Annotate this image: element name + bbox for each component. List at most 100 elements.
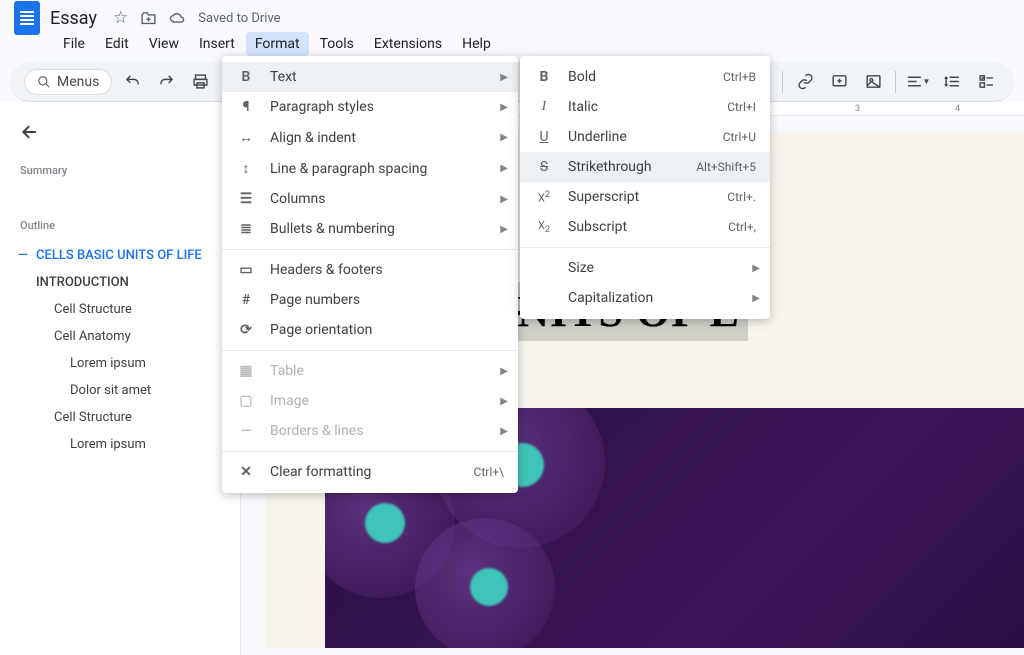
outline-item[interactable]: CELLS BASIC UNITS OF LIFE bbox=[14, 242, 219, 269]
back-button[interactable] bbox=[14, 112, 219, 156]
menu-item-underline[interactable]: UUnderlineCtrl+U bbox=[520, 122, 770, 152]
menu-separator bbox=[222, 350, 518, 351]
outline-item[interactable]: Cell Structure bbox=[14, 296, 219, 323]
outline-item[interactable]: INTRODUCTION bbox=[14, 269, 219, 296]
menu-item-align-indent[interactable]: ↔Align & indent▶ bbox=[222, 122, 518, 153]
menu-item-bold[interactable]: BBoldCtrl+B bbox=[520, 62, 770, 92]
table-icon: ▦ bbox=[236, 363, 256, 379]
line-spacing-button[interactable] bbox=[938, 68, 966, 96]
menu-view[interactable]: View bbox=[140, 32, 188, 56]
menu-item-label: Strikethrough bbox=[568, 159, 652, 175]
menu-edit[interactable]: Edit bbox=[96, 32, 138, 56]
menu-item-label: Paragraph styles bbox=[270, 99, 374, 115]
menu-item-label: Underline bbox=[568, 129, 627, 145]
redo-button[interactable] bbox=[152, 68, 180, 96]
menu-separator bbox=[520, 247, 770, 248]
docs-logo[interactable] bbox=[14, 1, 40, 35]
outline-item[interactable]: Lorem ipsum bbox=[14, 431, 219, 458]
align-button[interactable]: ▼ bbox=[904, 68, 932, 96]
menu-item-clear-formatting[interactable]: ✕Clear formattingCtrl+\ bbox=[222, 457, 518, 487]
undo-button[interactable] bbox=[118, 68, 146, 96]
subscript-icon: X2 bbox=[534, 219, 554, 235]
star-icon[interactable]: ☆ bbox=[113, 8, 128, 28]
strikethrough-icon: S bbox=[534, 159, 554, 175]
menu-item-label: Italic bbox=[568, 99, 598, 115]
outline-item[interactable]: Dolor sit amet bbox=[14, 377, 219, 404]
menu-item-label: Page numbers bbox=[270, 292, 360, 308]
menu-extensions[interactable]: Extensions bbox=[365, 32, 451, 56]
menu-item-table: ▦Table▶ bbox=[222, 356, 518, 386]
menu-item-label: Size bbox=[568, 260, 594, 276]
menu-item-text[interactable]: BText▶ bbox=[222, 62, 518, 92]
outline-sidebar: Summary Outline CELLS BASIC UNITS OF LIF… bbox=[0, 102, 225, 655]
borders-lines-icon: — bbox=[236, 423, 256, 439]
menu-item-headers-footers[interactable]: ▭Headers & footers bbox=[222, 255, 518, 285]
toolbar-separator bbox=[895, 71, 896, 93]
add-comment-button[interactable] bbox=[825, 68, 853, 96]
submenu-arrow-icon: ▶ bbox=[500, 396, 508, 407]
menu-separator bbox=[222, 249, 518, 250]
italic-icon: I bbox=[534, 99, 554, 115]
menu-item-size[interactable]: Size▶ bbox=[520, 253, 770, 283]
line-paragraph-spacing-icon: ↕ bbox=[236, 160, 256, 177]
menu-separator bbox=[222, 451, 518, 452]
image-icon: ▢ bbox=[236, 393, 256, 409]
menu-item-italic[interactable]: IItalicCtrl+I bbox=[520, 92, 770, 122]
insert-link-button[interactable] bbox=[791, 68, 819, 96]
move-icon[interactable] bbox=[140, 10, 157, 27]
menu-format[interactable]: Format bbox=[246, 32, 309, 56]
cloud-saved-icon bbox=[169, 10, 186, 27]
menu-tools[interactable]: Tools bbox=[311, 32, 363, 56]
summary-heading: Summary bbox=[14, 156, 219, 187]
menu-item-subscript[interactable]: X2SubscriptCtrl+, bbox=[520, 212, 770, 242]
menu-item-columns[interactable]: ☰Columns▶ bbox=[222, 184, 518, 214]
menus-search[interactable]: Menus bbox=[24, 69, 112, 95]
outline-item[interactable]: Cell Structure bbox=[14, 404, 219, 431]
menu-item-image: ▢ Image ▶ bbox=[222, 386, 518, 416]
menu-item-page-orientation[interactable]: ⟳Page orientation bbox=[222, 315, 518, 345]
bold-icon: B bbox=[534, 69, 554, 85]
menu-item-label: Align & indent bbox=[270, 130, 356, 146]
shortcut-label: Ctrl+, bbox=[728, 220, 756, 234]
submenu-arrow-icon: ▶ bbox=[500, 102, 508, 113]
outline-item[interactable]: Cell Anatomy bbox=[14, 323, 219, 350]
menu-item-line-paragraph-spacing[interactable]: ↕Line & paragraph spacing▶ bbox=[222, 153, 518, 184]
menu-item-label: Text bbox=[270, 69, 297, 85]
menu-item-capitalization[interactable]: Capitalization▶ bbox=[520, 283, 770, 313]
saved-status: Saved to Drive bbox=[198, 11, 280, 26]
menu-item-label: Clear formatting bbox=[270, 464, 371, 480]
menu-item-paragraph-styles[interactable]: ¶Paragraph styles▶ bbox=[222, 92, 518, 122]
document-title[interactable]: Essay bbox=[50, 8, 97, 29]
menu-help[interactable]: Help bbox=[453, 32, 500, 56]
submenu-arrow-icon: ▶ bbox=[500, 426, 508, 437]
menu-item-bullets-numbering[interactable]: ≣Bullets & numbering▶ bbox=[222, 214, 518, 244]
headers-footers-icon: ▭ bbox=[236, 262, 256, 278]
shortcut-label: Ctrl+\ bbox=[474, 465, 504, 479]
menu-item-strikethrough[interactable]: SStrikethroughAlt+Shift+5 bbox=[520, 152, 770, 182]
menu-file[interactable]: File bbox=[54, 32, 94, 56]
print-button[interactable] bbox=[186, 68, 214, 96]
ruler-mark: 3 bbox=[855, 104, 860, 114]
menu-item-label: Borders & lines bbox=[270, 423, 363, 439]
menu-item-page-numbers[interactable]: #Page numbers bbox=[222, 285, 518, 315]
toolbar-separator bbox=[782, 71, 783, 93]
checklist-button[interactable] bbox=[972, 68, 1000, 96]
insert-image-button[interactable] bbox=[859, 68, 887, 96]
menu-insert[interactable]: Insert bbox=[190, 32, 244, 56]
submenu-arrow-icon: ▶ bbox=[500, 194, 508, 205]
menu-item-label: Image bbox=[270, 393, 309, 409]
menu-item-label: Capitalization bbox=[568, 290, 653, 306]
menus-label: Menus bbox=[57, 74, 99, 90]
superscript-icon: X2 bbox=[534, 190, 554, 205]
columns-icon: ☰ bbox=[236, 191, 256, 207]
align-indent-icon: ↔ bbox=[236, 129, 256, 146]
outline-item[interactable]: Lorem ipsum bbox=[14, 350, 219, 377]
shortcut-label: Ctrl+. bbox=[727, 190, 756, 204]
submenu-arrow-icon: ▶ bbox=[500, 224, 508, 235]
menu-item-borders-lines: — Borders & lines ▶ bbox=[222, 416, 518, 446]
page-orientation-icon: ⟳ bbox=[236, 322, 256, 338]
menu-item-superscript[interactable]: X2SuperscriptCtrl+. bbox=[520, 182, 770, 212]
outline-heading: Outline bbox=[14, 211, 219, 242]
underline-icon: U bbox=[534, 129, 554, 145]
menu-item-label: Bullets & numbering bbox=[270, 221, 395, 237]
